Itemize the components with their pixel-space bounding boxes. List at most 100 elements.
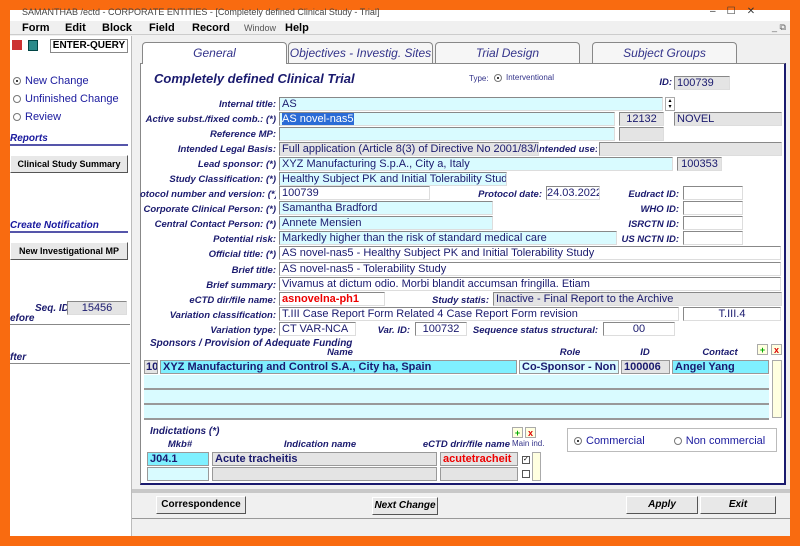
brief-summary-field[interactable]: Vivamus at dictum odio. Morbi blandit ac… [279,277,781,291]
reports-heading: Reports [10,133,128,146]
radio-label: Non commercial [685,435,766,447]
delete-indication-icon[interactable]: x [525,427,536,438]
us-nctn-id-field[interactable] [683,231,743,245]
protocol-date-label: Protocol date: [478,189,542,200]
corporate-person-label: Corporate Clinical Person: (*) [143,204,277,215]
selected-text: AS novel-nas5 [282,113,354,125]
sponsor-contact[interactable]: Angel Yang [672,360,769,374]
tab-general[interactable]: General [142,42,287,64]
menu-field[interactable]: Field [149,22,175,34]
who-id-field[interactable] [683,201,743,215]
apply-button[interactable]: Apply [626,496,698,514]
ectd-dir-field[interactable]: asnovelna-ph1 [279,292,385,306]
col-contact: Contact [702,347,738,358]
exit-button[interactable]: Exit [700,496,776,514]
radio-unfinished-change[interactable]: Unfinished Change [13,90,119,108]
brief-summary-label: Brief summary: [206,280,276,291]
internal-title-field[interactable]: AS [279,97,663,111]
indications-scrollbar[interactable] [532,452,541,481]
legal-basis-field[interactable]: Full application (Article 8(3) of Direct… [279,142,539,156]
next-change-button[interactable]: Next Change [372,497,438,515]
add-sponsor-icon[interactable]: + [757,344,768,355]
eudract-id-label: Eudract ID: [628,189,679,200]
internal-title-scroll[interactable]: ▴ ▾ [665,97,675,111]
new-investigational-mp-button[interactable]: New Investigational MP [10,242,128,260]
protocol-number-label: otocol number and version: (*) [140,189,276,200]
official-title-field[interactable]: AS novel-nas5 - Healthy Subject PK and I… [279,246,781,260]
lead-sponsor-field[interactable]: XYZ Manufacturing S.p.A., City a, Italy [279,157,673,171]
indication-name[interactable]: Acute tracheitis [212,452,437,466]
query-icon[interactable] [12,40,22,50]
radio-new-change[interactable]: New Change [13,72,119,90]
variation-type-field[interactable]: CT VAR-NCA [279,322,356,336]
menu-window[interactable]: Window [244,23,276,33]
sponsor-id: 100006 [621,360,670,374]
after-label: fter [10,352,130,364]
sponsor-name[interactable]: XYZ Manufacturing and Control S.A., City… [160,360,517,374]
potential-risk-field[interactable]: Markedly higher than the risk of standar… [279,231,617,245]
tab-trial-design[interactable]: Trial Design [435,42,580,63]
commercial-radio-group: Commercial Non commercial [567,428,777,452]
main-ind-checkbox[interactable] [522,470,530,478]
brief-title-field[interactable]: AS novel-nas5 - Tolerability Study [279,262,781,276]
menu-block[interactable]: Block [102,22,132,34]
active-subst-field[interactable]: AS novel-nas5 [279,112,615,126]
tab-subject-groups[interactable]: Subject Groups [592,42,737,63]
mkb-code[interactable]: J04.1 [147,452,209,466]
central-contact-label: Central Contact Person: (*) [154,219,276,230]
sponsors-scrollbar[interactable] [772,360,782,418]
correspondence-button[interactable]: Correspondence [156,496,246,514]
potential-risk-label: Potential risk: [213,234,276,245]
active-subst-label: Active subst./fixed comb.: (*) [145,114,276,125]
sponsor-role[interactable]: Co-Sponsor - Non [519,360,619,374]
empty-indication-ectd[interactable] [440,467,518,481]
us-nctn-id-label: US NCTN ID: [621,234,679,245]
radio-review[interactable]: Review [13,108,119,126]
corporate-person-field[interactable]: Samantha Bradford [279,201,493,215]
menu-form[interactable]: Form [22,22,50,34]
ectd-dir-label: eCTD dir/file name: [189,295,276,306]
internal-title-label: Internal title: [218,99,276,110]
menu-record[interactable]: Record [192,22,230,34]
study-classification-field[interactable]: Healthy Subject PK and Initial Tolerabil… [279,172,507,186]
exit-door-icon[interactable] [28,40,38,51]
central-contact-field[interactable]: Annete Mensien [279,216,493,230]
variation-classification-label: Variation classification: [169,310,276,321]
radio-commercial[interactable]: Commercial [574,435,645,447]
empty-sponsor-rows[interactable] [144,375,769,420]
study-classification-label: Study Classification: (*) [169,174,276,185]
reference-mp-id [619,127,664,141]
indications-heading: Indictations (*) [150,426,220,437]
sidebar: ENTER-QUERY New Change Unfinished Change… [10,36,132,536]
isrctn-id-field[interactable] [683,216,743,230]
protocol-date-field[interactable]: 24.03.2022 [546,186,600,200]
create-notification-heading: Create Notification [10,220,128,233]
menu-help[interactable]: Help [285,22,309,34]
sequence-status-field: 00 [603,322,675,336]
eudract-id-field[interactable] [683,186,743,200]
radio-non-commercial[interactable]: Non commercial [673,435,766,447]
before-label: efore [10,313,130,325]
delete-sponsor-icon[interactable]: x [771,344,782,355]
tab-objectives[interactable]: Objectives - Investig. Sites [288,42,433,63]
mdi-controls[interactable]: _ ⧉ [772,22,786,33]
window-controls[interactable]: – ☐ ✕ [710,6,755,17]
id-field: 100739 [674,76,730,90]
mode-indicator: ENTER-QUERY [50,39,128,53]
reference-mp-field[interactable] [279,127,615,141]
add-indication-icon[interactable]: + [512,427,523,438]
clinical-study-summary-button[interactable]: Clinical Study Summary [10,155,128,173]
empty-mkb[interactable] [147,467,209,481]
variation-classification-field[interactable]: T.III Case Report Form Related 4 Case Re… [279,307,679,321]
empty-indication-name[interactable] [212,467,437,481]
protocol-number-field[interactable]: 100739 [279,186,430,200]
radio-icon [574,437,582,446]
menu-edit[interactable]: Edit [65,22,86,34]
var-id-label: Var. ID: [377,325,410,336]
radio-label: Commercial [586,435,645,447]
type-label: Type: [469,74,489,83]
indication-ectd[interactable]: acutetracheit [440,452,518,466]
main-ind-checkbox[interactable]: ✓ [522,456,530,464]
intended-use-field[interactable] [599,142,782,156]
type-radio-interventional[interactable]: Interventional [494,73,554,82]
